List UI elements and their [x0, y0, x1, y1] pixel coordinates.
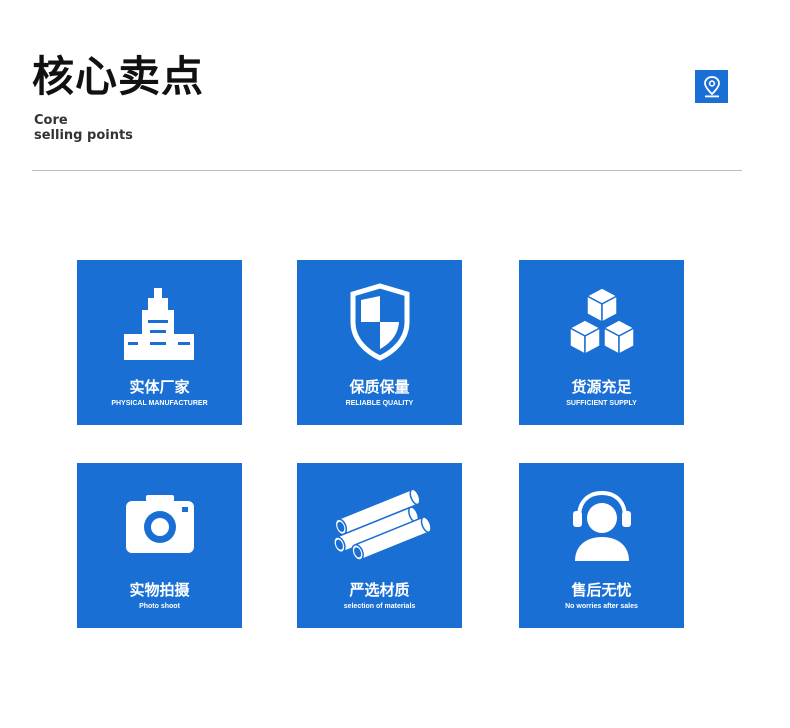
card-icon-wrap [519, 282, 684, 362]
shield-icon [350, 283, 409, 361]
card-title: 实体厂家 [129, 378, 190, 396]
card-sufficient-supply: 货源充足 SUFFICIENT SUPPLY [519, 260, 684, 425]
card-icon-wrap [297, 485, 462, 565]
card-icon-wrap [77, 485, 242, 565]
card-icon-wrap [519, 485, 684, 565]
page-subtitle: Core selling points [34, 113, 133, 143]
card-after-sales: 售后无忧 No worries after sales [519, 463, 684, 628]
pipes-icon [332, 490, 432, 560]
card-subtitle: RELIABLE QUALITY [345, 400, 414, 407]
page-title: 核心卖点 [32, 52, 205, 101]
factory-icon [123, 288, 194, 360]
card-title: 售后无忧 [571, 581, 632, 599]
card-reliable-quality: 保质保量 RELIABLE QUALITY [297, 260, 462, 425]
card-subtitle: selection of materials [343, 603, 416, 610]
map-pin-icon [703, 75, 720, 97]
subtitle-line-1: Core [34, 113, 68, 128]
boxes-icon [568, 287, 635, 355]
card-physical-manufacturer: 实体厂家 PHYSICAL MANUFACTURER [77, 260, 242, 425]
card-subtitle: Photo shoot [139, 603, 180, 610]
card-photo-shoot: 实物拍摄 Photo shoot [77, 463, 242, 628]
card-subtitle: No worries after sales [565, 603, 638, 610]
headset-support-icon [572, 490, 631, 561]
location-button[interactable] [695, 70, 728, 103]
card-subtitle: SUFFICIENT SUPPLY [566, 400, 637, 407]
card-title: 实物拍摄 [129, 581, 190, 599]
card-icon-wrap [297, 282, 462, 362]
card-selection-of-materials: 严选材质 selection of materials [297, 463, 462, 628]
subtitle-line-2: selling points [34, 128, 133, 143]
header-divider [32, 170, 742, 171]
camera-icon [125, 495, 194, 553]
card-title: 保质保量 [349, 378, 410, 396]
card-title: 严选材质 [349, 581, 410, 599]
card-subtitle: PHYSICAL MANUFACTURER [111, 400, 208, 407]
card-icon-wrap [77, 282, 242, 362]
card-title: 货源充足 [571, 378, 632, 396]
